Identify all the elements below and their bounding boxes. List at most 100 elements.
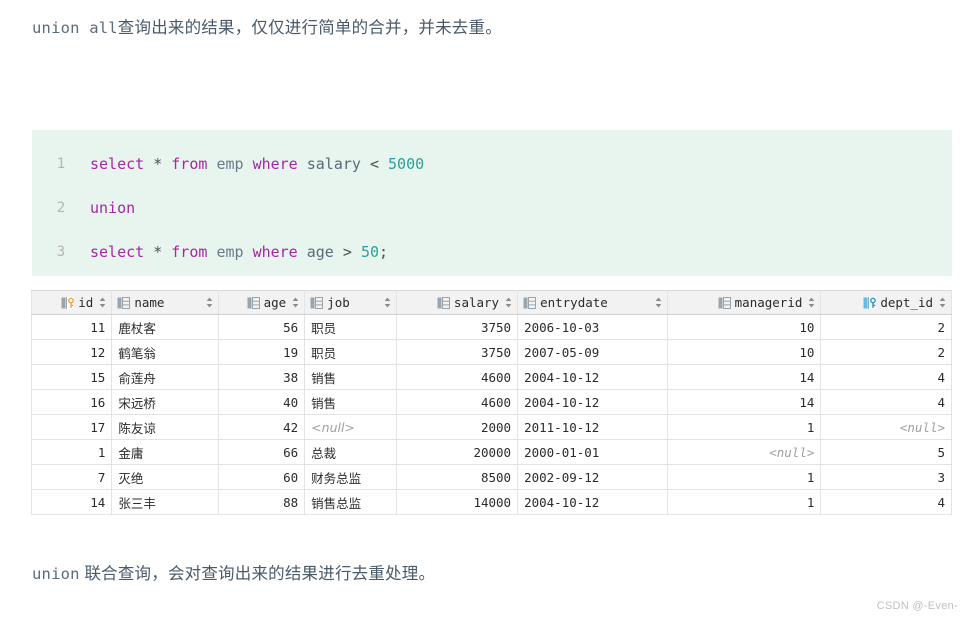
cell-id[interactable]: 15	[30, 364, 113, 390]
cell-entrydate[interactable]: 2007-05-09	[517, 339, 668, 365]
table-row[interactable]: 1 金庸 66 总裁 20000 2000-01-01 <null> 5	[30, 439, 952, 465]
table-row[interactable]: 15 俞莲舟 38 销售 4600 2004-10-12 14 4	[30, 364, 952, 390]
cell-id[interactable]: 12	[30, 339, 113, 365]
cell-age[interactable]: 56	[217, 314, 306, 340]
cell-job[interactable]: 总裁	[304, 439, 397, 465]
column-header-entrydate[interactable]: entrydate	[517, 290, 668, 315]
cell-managerid[interactable]: 14	[666, 389, 822, 415]
column-header-name[interactable]: name	[111, 290, 219, 315]
column-header-dept_id[interactable]: dept_id	[820, 290, 952, 315]
column-header-label: dept_id	[880, 295, 933, 310]
column-header-job[interactable]: job	[304, 290, 397, 315]
column-header-label: entrydate	[540, 295, 608, 310]
cell-salary[interactable]: 4600	[395, 364, 519, 390]
table-row[interactable]: 11 鹿杖客 56 职员 3750 2006-10-03 10 2	[30, 314, 952, 340]
sort-toggle-icon[interactable]	[939, 297, 946, 308]
cell-id[interactable]: 7	[30, 464, 113, 490]
cell-managerid[interactable]: 1	[666, 489, 822, 515]
cell-managerid[interactable]: 1	[666, 464, 822, 490]
cell-dept_id[interactable]: 4	[820, 489, 952, 515]
table-row[interactable]: 7 灭绝 60 财务总监 8500 2002-09-12 1 3	[30, 464, 952, 490]
cell-name[interactable]: 宋远桥	[111, 389, 219, 415]
cell-age[interactable]: 60	[217, 464, 306, 490]
table-row[interactable]: 17 陈友谅 42 <null> 2000 2011-10-12 1 <null>	[30, 414, 952, 440]
sort-toggle-icon[interactable]	[292, 297, 299, 308]
cell-entrydate[interactable]: 2004-10-12	[517, 389, 668, 415]
cell-id[interactable]: 14	[30, 489, 113, 515]
cell-name[interactable]: 张三丰	[111, 489, 219, 515]
cell-salary[interactable]: 4600	[395, 389, 519, 415]
cell-managerid[interactable]: 10	[666, 339, 822, 365]
cell-managerid[interactable]: <null>	[666, 439, 822, 465]
sort-toggle-icon[interactable]	[655, 297, 662, 308]
cell-age[interactable]: 40	[217, 389, 306, 415]
cell-dept_id[interactable]: 2	[820, 339, 952, 365]
cell-job[interactable]: 销售	[304, 389, 397, 415]
cell-managerid[interactable]: 14	[666, 364, 822, 390]
query-result-table[interactable]: id name age job salary entrydate managerid dept…	[30, 290, 952, 515]
cell-job[interactable]: <null>	[304, 414, 397, 440]
code-token: where	[252, 243, 298, 261]
cell-dept_id[interactable]: 4	[820, 389, 952, 415]
cell-managerid[interactable]: 10	[666, 314, 822, 340]
cell-salary[interactable]: 3750	[395, 339, 519, 365]
sql-code-block[interactable]: 1 select * from emp where salary < 5000 2 u…	[32, 130, 952, 276]
cell-name[interactable]: 金庸	[111, 439, 219, 465]
cell-age[interactable]: 42	[217, 414, 306, 440]
cell-age[interactable]: 66	[217, 439, 306, 465]
sort-toggle-icon[interactable]	[206, 297, 213, 308]
code-token: from	[171, 243, 208, 261]
column-header-age[interactable]: age	[217, 290, 306, 315]
cell-job[interactable]: 职员	[304, 339, 397, 365]
cell-name[interactable]: 灭绝	[111, 464, 219, 490]
code-token: *	[153, 155, 163, 173]
cell-id[interactable]: 16	[30, 389, 113, 415]
code-token: salary	[306, 155, 361, 173]
sort-toggle-icon[interactable]	[505, 297, 512, 308]
column-header-managerid[interactable]: managerid	[666, 290, 822, 315]
cell-name[interactable]: 陈友谅	[111, 414, 219, 440]
cell-salary[interactable]: 14000	[395, 489, 519, 515]
sort-toggle-icon[interactable]	[99, 297, 106, 308]
cell-age[interactable]: 19	[217, 339, 306, 365]
column-header-salary[interactable]: salary	[395, 290, 519, 315]
cell-entrydate[interactable]: 2006-10-03	[517, 314, 668, 340]
cell-dept_id[interactable]: <null>	[820, 414, 952, 440]
cell-salary[interactable]: 8500	[395, 464, 519, 490]
cell-dept_id[interactable]: 3	[820, 464, 952, 490]
cell-job[interactable]: 财务总监	[304, 464, 397, 490]
cell-age[interactable]: 88	[217, 489, 306, 515]
code-token: from	[171, 155, 208, 173]
cell-entrydate[interactable]: 2002-09-12	[517, 464, 668, 490]
cell-salary[interactable]: 3750	[395, 314, 519, 340]
cell-name[interactable]: 鹿杖客	[111, 314, 219, 340]
cell-entrydate[interactable]: 2011-10-12	[517, 414, 668, 440]
table-row[interactable]: 16 宋远桥 40 销售 4600 2004-10-12 14 4	[30, 389, 952, 415]
cell-job[interactable]: 销售	[304, 364, 397, 390]
table-header: id name age job salary entrydate managerid dept…	[30, 290, 952, 315]
cell-entrydate[interactable]: 2004-10-12	[517, 364, 668, 390]
cell-dept_id[interactable]: 4	[820, 364, 952, 390]
cell-name[interactable]: 鹤笔翁	[111, 339, 219, 365]
cell-entrydate[interactable]: 2000-01-01	[517, 439, 668, 465]
table-row[interactable]: 12 鹤笔翁 19 职员 3750 2007-05-09 10 2	[30, 339, 952, 365]
cell-dept_id[interactable]: 5	[820, 439, 952, 465]
cell-salary[interactable]: 20000	[395, 439, 519, 465]
cell-salary[interactable]: 2000	[395, 414, 519, 440]
cell-id[interactable]: 17	[30, 414, 113, 440]
cell-dept_id[interactable]: 2	[820, 314, 952, 340]
cell-job[interactable]: 销售总监	[304, 489, 397, 515]
table-header-row: id name age job salary entrydate managerid dept…	[30, 290, 952, 315]
cell-managerid[interactable]: 1	[666, 414, 822, 440]
cell-job[interactable]: 职员	[304, 314, 397, 340]
cell-name[interactable]: 俞莲舟	[111, 364, 219, 390]
column-header-id[interactable]: id	[30, 290, 113, 315]
cell-id[interactable]: 1	[30, 439, 113, 465]
sort-toggle-icon[interactable]	[808, 297, 815, 308]
cell-age[interactable]: 38	[217, 364, 306, 390]
sort-toggle-icon[interactable]	[384, 297, 391, 308]
table-row[interactable]: 14 张三丰 88 销售总监 14000 2004-10-12 1 4	[30, 489, 952, 515]
cell-entrydate[interactable]: 2004-10-12	[517, 489, 668, 515]
cell-id[interactable]: 11	[30, 314, 113, 340]
